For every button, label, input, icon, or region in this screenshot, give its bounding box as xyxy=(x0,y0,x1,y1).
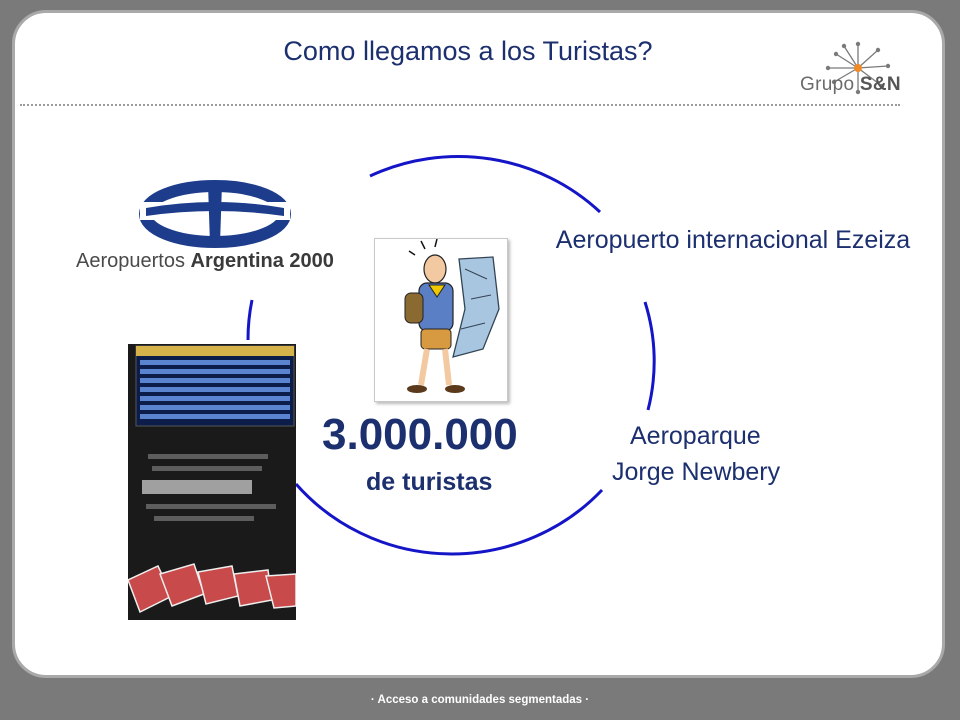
airport-logo-text-normal: Aeropuertos xyxy=(76,250,185,272)
tourist-illustration xyxy=(374,238,508,402)
network-logo-icon xyxy=(825,41,891,95)
label-aeroparque-line1: Aeroparque xyxy=(630,422,761,450)
brand-bold: S&N xyxy=(859,74,901,95)
airport-logo-text-bold: Argentina 2000 xyxy=(190,250,334,272)
arrivals-board-photo xyxy=(128,344,296,620)
footer-text: · Acceso a comunidades segmentadas · xyxy=(370,694,590,706)
tourists-count: 3.000.000 xyxy=(322,410,518,459)
tourists-label: de turistas xyxy=(366,468,493,496)
airport-logo-text: Aeropuertos Argentina 2000 xyxy=(76,250,334,273)
title-divider xyxy=(20,104,900,106)
brand-name: Grupo S&N xyxy=(800,74,901,96)
label-ezeiza: Aeropuerto internacional Ezeiza xyxy=(555,226,911,254)
brand-prefix: Grupo xyxy=(800,74,855,95)
label-aeroparque-line2: Jorge Newbery xyxy=(612,458,781,486)
